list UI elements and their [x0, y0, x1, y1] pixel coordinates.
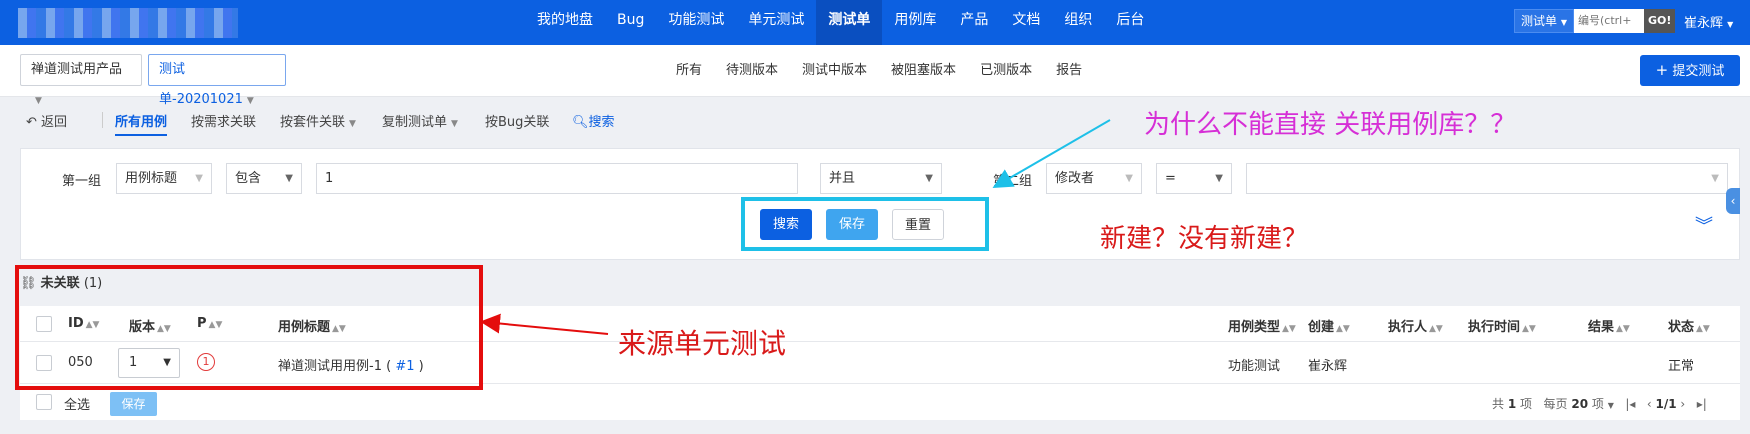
top-navbar: 我的地盘 Bug 功能测试 单元测试 测试单 用例库 产品 文档 组织 后台 测…: [0, 0, 1750, 45]
nav-product[interactable]: 产品: [948, 0, 1000, 45]
prev-page-icon[interactable]: ‹: [1647, 397, 1652, 411]
operator1-select[interactable]: 包含 ▼: [226, 163, 302, 194]
side-collapse-handle[interactable]: ‹: [1726, 188, 1740, 214]
chevron-down-icon[interactable]: ▼: [1608, 401, 1614, 410]
case-creator: 崔永辉: [1308, 359, 1348, 374]
search-input[interactable]: [1574, 9, 1644, 33]
search-type-select[interactable]: 测试单 ▼: [1514, 9, 1574, 33]
select-all-checkbox[interactable]: [36, 394, 52, 410]
select-all-label[interactable]: 全选: [64, 394, 90, 413]
go-button[interactable]: GO!: [1644, 9, 1676, 33]
main-nav: 我的地盘 Bug 功能测试 单元测试 测试单 用例库 产品 文档 组织 后台: [525, 0, 1156, 45]
sort-icon: ▲▼: [1522, 324, 1536, 334]
value2-input[interactable]: ▼: [1246, 163, 1728, 194]
nav-caselib[interactable]: 用例库: [882, 0, 948, 45]
tab-all-cases[interactable]: 所有用例: [115, 111, 168, 136]
tab-doing[interactable]: 测试中版本: [790, 45, 879, 97]
tab-blocked[interactable]: 被阻塞版本: [879, 45, 968, 97]
testtask-switcher[interactable]: 测试单-20201021 ▼: [148, 54, 286, 107]
user-menu[interactable]: 崔永辉 ▼: [1684, 12, 1733, 31]
field2-select[interactable]: 修改者 ▼: [1046, 163, 1142, 194]
last-page-icon[interactable]: ▸|: [1697, 397, 1707, 411]
nav-my[interactable]: 我的地盘: [525, 0, 605, 45]
col-exec-time[interactable]: 执行时间 ▲▼: [1468, 316, 1536, 335]
pager: 共 1 项 每页 20 项 ▼ |◂ ‹ 1/1 › ▸|: [1492, 397, 1707, 411]
nav-functional-test[interactable]: 功能测试: [656, 0, 736, 45]
operator2-select[interactable]: = ▼: [1156, 163, 1232, 194]
global-search: 测试单 ▼ GO!: [1514, 9, 1676, 33]
nav-org[interactable]: 组织: [1052, 0, 1104, 45]
chevron-down-icon: ▼: [1560, 18, 1567, 27]
chevron-down-icon: ▼: [1711, 173, 1719, 184]
and-or-select[interactable]: 并且 ▼: [820, 163, 942, 194]
sub-header: 禅道测试用产品▼ 测试单-20201021 ▼ 所有 待测版本 测试中版本 被阻塞…: [0, 45, 1750, 107]
sort-icon: ▲▼: [1616, 324, 1630, 334]
chevron-down-icon: ▼: [1125, 173, 1133, 184]
group1-label: 第一组: [62, 174, 102, 189]
sort-icon: ▲▼: [1336, 324, 1350, 334]
plus-icon: +: [1655, 61, 1669, 79]
sort-icon: ▲▼: [1429, 324, 1443, 334]
annotation-question-new: 新建？没有新建？: [1100, 224, 1309, 254]
highlight-box-cyan: [741, 197, 989, 251]
nav-testtask[interactable]: 测试单: [816, 0, 883, 45]
col-creator[interactable]: 创建 ▲▼: [1308, 316, 1350, 335]
logo-blurred: [18, 8, 238, 38]
chevron-down-icon: ▼: [1727, 20, 1734, 29]
tab-all[interactable]: 所有: [664, 45, 714, 97]
col-type[interactable]: 用例类型 ▲▼: [1228, 316, 1296, 335]
field1-select[interactable]: 用例标题 ▼: [116, 163, 212, 194]
tab-link-by-bug[interactable]: 按Bug关联: [485, 111, 549, 130]
annotation-source-note: 来源单元测试: [618, 327, 787, 360]
case-type: 功能测试: [1228, 359, 1281, 374]
chevron-down-icon: ▼: [195, 173, 203, 184]
nav-bug[interactable]: Bug: [605, 0, 656, 45]
chevron-down-icon: ▼: [451, 119, 458, 129]
page-indicator: 1/1: [1655, 397, 1677, 411]
sort-icon: ▲▼: [1696, 324, 1710, 334]
highlight-box-red: [15, 265, 483, 390]
expand-more-icon[interactable]: ︾: [1695, 212, 1713, 238]
save-link-button[interactable]: 保存: [110, 392, 157, 416]
group2-label: 第二组: [993, 174, 1033, 189]
nav-unit-test[interactable]: 单元测试: [736, 0, 816, 45]
back-arrow-icon: ↶: [26, 115, 37, 130]
col-executor[interactable]: 执行人 ▲▼: [1388, 316, 1443, 335]
case-status: 正常: [1668, 359, 1695, 374]
tab-wait[interactable]: 待测版本: [714, 45, 790, 97]
col-status[interactable]: 状态 ▲▼: [1668, 316, 1710, 335]
sort-icon: ▲▼: [1282, 324, 1296, 334]
tab-link-by-story[interactable]: 按需求关联: [191, 111, 256, 130]
nav-doc[interactable]: 文档: [1000, 0, 1052, 45]
back-button[interactable]: ↶ 返回: [26, 111, 67, 130]
tab-link-by-suite[interactable]: 按套件关联 ▼: [280, 111, 356, 130]
search-toggle[interactable]: 🔍︎搜索: [572, 111, 615, 130]
search-icon: 🔍︎: [572, 115, 589, 130]
product-switcher[interactable]: 禅道测试用产品▼: [20, 54, 142, 106]
divider: [102, 112, 103, 128]
tab-copy-testtask[interactable]: 复制测试单 ▼: [382, 111, 458, 130]
first-page-icon[interactable]: |◂: [1625, 397, 1635, 411]
col-result[interactable]: 结果 ▲▼: [1588, 316, 1630, 335]
chevron-down-icon: ▼: [1215, 173, 1223, 184]
tab-report[interactable]: 报告: [1044, 45, 1094, 97]
chevron-down-icon: ▼: [285, 173, 293, 184]
chevron-down-icon: ▼: [349, 119, 356, 129]
chevron-down-icon: ▼: [925, 173, 933, 184]
next-page-icon[interactable]: ›: [1680, 397, 1685, 411]
submit-test-button[interactable]: + 提交测试: [1640, 55, 1740, 86]
value1-input[interactable]: 1: [316, 163, 798, 194]
nav-admin[interactable]: 后台: [1104, 0, 1156, 45]
tab-done[interactable]: 已测版本: [968, 45, 1044, 97]
chevron-left-icon: ‹: [1730, 194, 1736, 208]
testtask-tabs: 所有 待测版本 测试中版本 被阻塞版本 已测版本 报告: [664, 45, 1094, 97]
annotation-question-caselib: 为什么不能直接 关联用例库？？: [1144, 110, 1517, 140]
